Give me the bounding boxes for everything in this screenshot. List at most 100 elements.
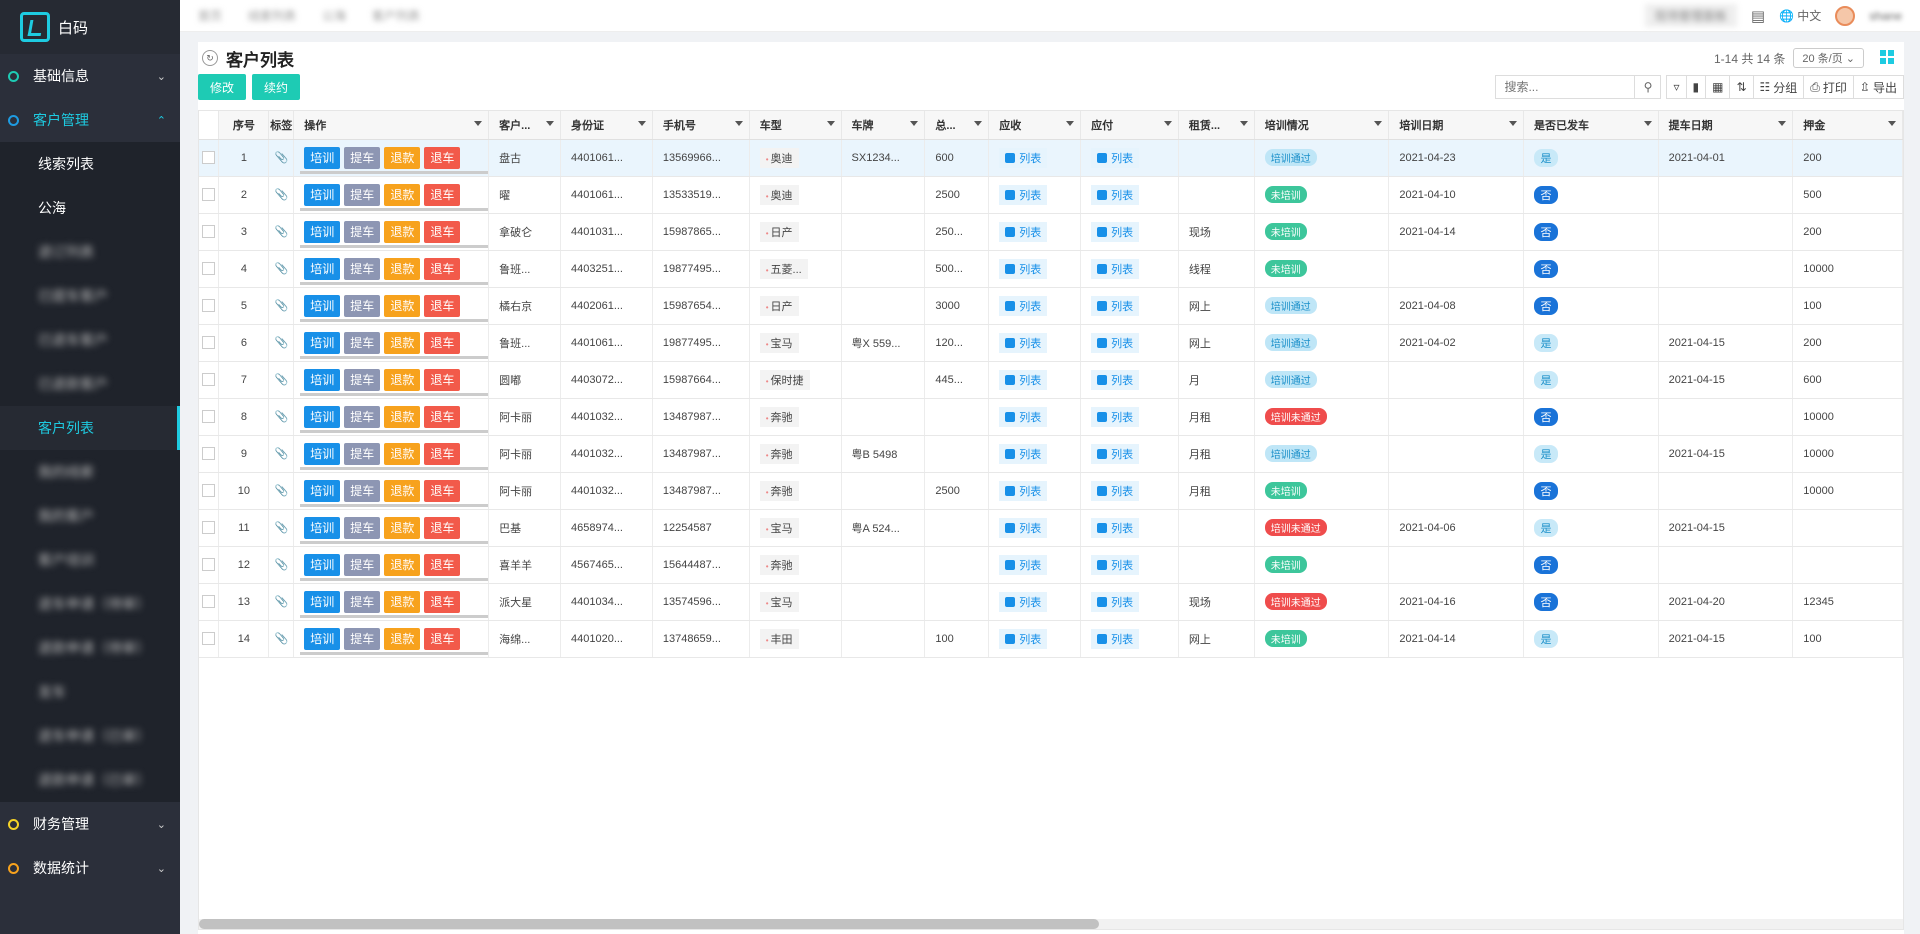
- action-return-button[interactable]: 退车: [424, 442, 461, 465]
- list-link[interactable]: 列表: [999, 554, 1048, 575]
- sort-caret-icon[interactable]: [734, 121, 743, 126]
- sidebar-item-14[interactable]: 退款申请（已审）: [0, 758, 180, 802]
- paperclip-icon[interactable]: 📎: [274, 411, 288, 423]
- page-size-select[interactable]: 20 条/页 ⌄: [1793, 48, 1864, 68]
- sort-caret-icon[interactable]: [1888, 121, 1896, 126]
- group-button[interactable]: ☷ 分组: [1752, 75, 1805, 99]
- list-link[interactable]: 列表: [999, 258, 1048, 279]
- paperclip-icon[interactable]: 📎: [274, 633, 288, 645]
- sidebar-item-5[interactable]: 已退款客户: [0, 362, 180, 406]
- column-header-total[interactable]: 总...: [924, 111, 990, 140]
- column-header-training[interactable]: 培训情况: [1254, 111, 1390, 140]
- print-button[interactable]: ⎙ 打印: [1803, 75, 1854, 99]
- paperclip-icon[interactable]: 📎: [274, 152, 288, 164]
- list-link[interactable]: 列表: [1091, 258, 1140, 279]
- action-pickup-button[interactable]: 提车: [344, 405, 381, 428]
- row-checkbox[interactable]: [202, 558, 216, 571]
- sidebar-item-10[interactable]: 退车申请（待审）: [0, 582, 180, 626]
- filter-icon[interactable]: ▿: [1666, 75, 1687, 99]
- app-logo[interactable]: 白码: [0, 0, 180, 54]
- list-link[interactable]: 列表: [999, 406, 1048, 427]
- renew-button[interactable]: 续约: [252, 74, 301, 100]
- paperclip-icon[interactable]: 📎: [274, 522, 288, 534]
- list-link[interactable]: 列表: [1091, 628, 1140, 649]
- search-input[interactable]: [1495, 75, 1636, 99]
- column-header-idcard[interactable]: 身份证: [560, 111, 653, 140]
- sidebar-item-12[interactable]: 发车: [0, 670, 180, 714]
- list-link[interactable]: 列表: [999, 184, 1048, 205]
- list-link[interactable]: 列表: [1091, 295, 1140, 316]
- action-refund-button[interactable]: 退款: [384, 627, 421, 650]
- row-checkbox[interactable]: [202, 262, 216, 275]
- dashboard-badge[interactable]: 现场管理面板: [1644, 4, 1737, 27]
- sidebar-item-11[interactable]: 退款申请（待审）: [0, 626, 180, 670]
- sort-caret-icon[interactable]: [910, 121, 919, 126]
- menu-group-finance[interactable]: 财务管理 ⌄: [0, 802, 180, 846]
- action-return-button[interactable]: 退车: [424, 368, 461, 391]
- list-link[interactable]: 列表: [999, 369, 1048, 390]
- sort-caret-icon[interactable]: [546, 121, 554, 126]
- action-pickup-button[interactable]: 提车: [344, 553, 381, 576]
- list-link[interactable]: 列表: [999, 295, 1048, 316]
- paperclip-icon[interactable]: 📎: [274, 226, 288, 238]
- action-pickup-button[interactable]: 提车: [344, 590, 381, 613]
- action-refund-button[interactable]: 退款: [384, 183, 421, 206]
- list-link[interactable]: 列表: [1091, 184, 1140, 205]
- action-return-button[interactable]: 退车: [424, 331, 461, 354]
- sidebar-item-2[interactable]: 退订列表: [0, 230, 180, 274]
- list-link[interactable]: 列表: [1091, 221, 1140, 242]
- sidebar-item-1[interactable]: 公海: [0, 186, 180, 230]
- refresh-icon[interactable]: ↻: [202, 50, 218, 66]
- action-train-button[interactable]: 培训: [304, 405, 341, 428]
- action-train-button[interactable]: 培训: [304, 590, 341, 613]
- row-checkbox[interactable]: [202, 373, 216, 386]
- action-refund-button[interactable]: 退款: [384, 590, 421, 613]
- column-header-deposit[interactable]: 押金: [1792, 111, 1903, 140]
- action-pickup-button[interactable]: 提车: [344, 220, 381, 243]
- table-row[interactable]: 11📎培训提车退款退车巴基4658974...12254587宝马粤A 524.…: [199, 509, 1903, 547]
- paperclip-icon[interactable]: 📎: [274, 596, 288, 608]
- action-return-button[interactable]: 退车: [424, 590, 461, 613]
- menu-group-basic-info[interactable]: 基础信息 ⌄: [0, 54, 180, 98]
- action-train-button[interactable]: 培训: [304, 553, 341, 576]
- row-checkbox[interactable]: [202, 151, 216, 164]
- table-row[interactable]: 12📎培训提车退款退车喜羊羊4567465...15644487...奔驰列表列…: [199, 546, 1903, 584]
- action-return-button[interactable]: 退车: [424, 479, 461, 502]
- table-row[interactable]: 3📎培训提车退款退车拿破仑4401031...15987865...日产250.…: [199, 213, 1903, 251]
- action-refund-button[interactable]: 退款: [384, 294, 421, 317]
- action-train-button[interactable]: 培训: [304, 146, 341, 169]
- list-link[interactable]: 列表: [999, 147, 1048, 168]
- list-link[interactable]: 列表: [999, 517, 1048, 538]
- action-train-button[interactable]: 培训: [304, 294, 341, 317]
- action-train-button[interactable]: 培训: [304, 516, 341, 539]
- action-refund-button[interactable]: 退款: [384, 479, 421, 502]
- action-pickup-button[interactable]: 提车: [344, 516, 381, 539]
- action-refund-button[interactable]: 退款: [384, 405, 421, 428]
- sort-caret-icon[interactable]: [637, 121, 646, 126]
- action-refund-button[interactable]: 退款: [384, 146, 421, 169]
- sidebar-item-0[interactable]: 线索列表: [0, 142, 180, 186]
- action-pickup-button[interactable]: 提车: [344, 294, 381, 317]
- list-link[interactable]: 列表: [999, 332, 1048, 353]
- avatar[interactable]: [1835, 5, 1856, 26]
- user-name[interactable]: shane: [1869, 9, 1902, 23]
- paperclip-icon[interactable]: 📎: [274, 485, 288, 497]
- sidebar-item-7[interactable]: 我的线索: [0, 450, 180, 494]
- list-link[interactable]: 列表: [999, 221, 1048, 242]
- action-return-button[interactable]: 退车: [424, 183, 461, 206]
- column-header-phone[interactable]: 手机号: [652, 111, 750, 140]
- paperclip-icon[interactable]: 📎: [274, 559, 288, 571]
- action-pickup-button[interactable]: 提车: [344, 479, 381, 502]
- table-row[interactable]: 6📎培训提车退款退车鲁班...4401061...19877495...宝马粤X…: [199, 324, 1903, 362]
- action-train-button[interactable]: 培训: [304, 257, 341, 280]
- list-link[interactable]: 列表: [1091, 406, 1140, 427]
- action-pickup-button[interactable]: 提车: [344, 183, 381, 206]
- table-row[interactable]: 2📎培训提车退款退车曜4401061...13533519...奥迪2500列表…: [199, 176, 1903, 214]
- sidebar-item-8[interactable]: 我的客户: [0, 494, 180, 538]
- tab-leads[interactable]: 线索列表: [248, 7, 296, 24]
- action-train-button[interactable]: 培训: [304, 220, 341, 243]
- layout-grid-icon[interactable]: [1880, 50, 1894, 64]
- chart-icon[interactable]: ▮: [1685, 75, 1707, 99]
- list-link[interactable]: 列表: [999, 480, 1048, 501]
- table-row[interactable]: 13📎培训提车退款退车派大星4401034...13574596...宝马列表列…: [199, 583, 1903, 621]
